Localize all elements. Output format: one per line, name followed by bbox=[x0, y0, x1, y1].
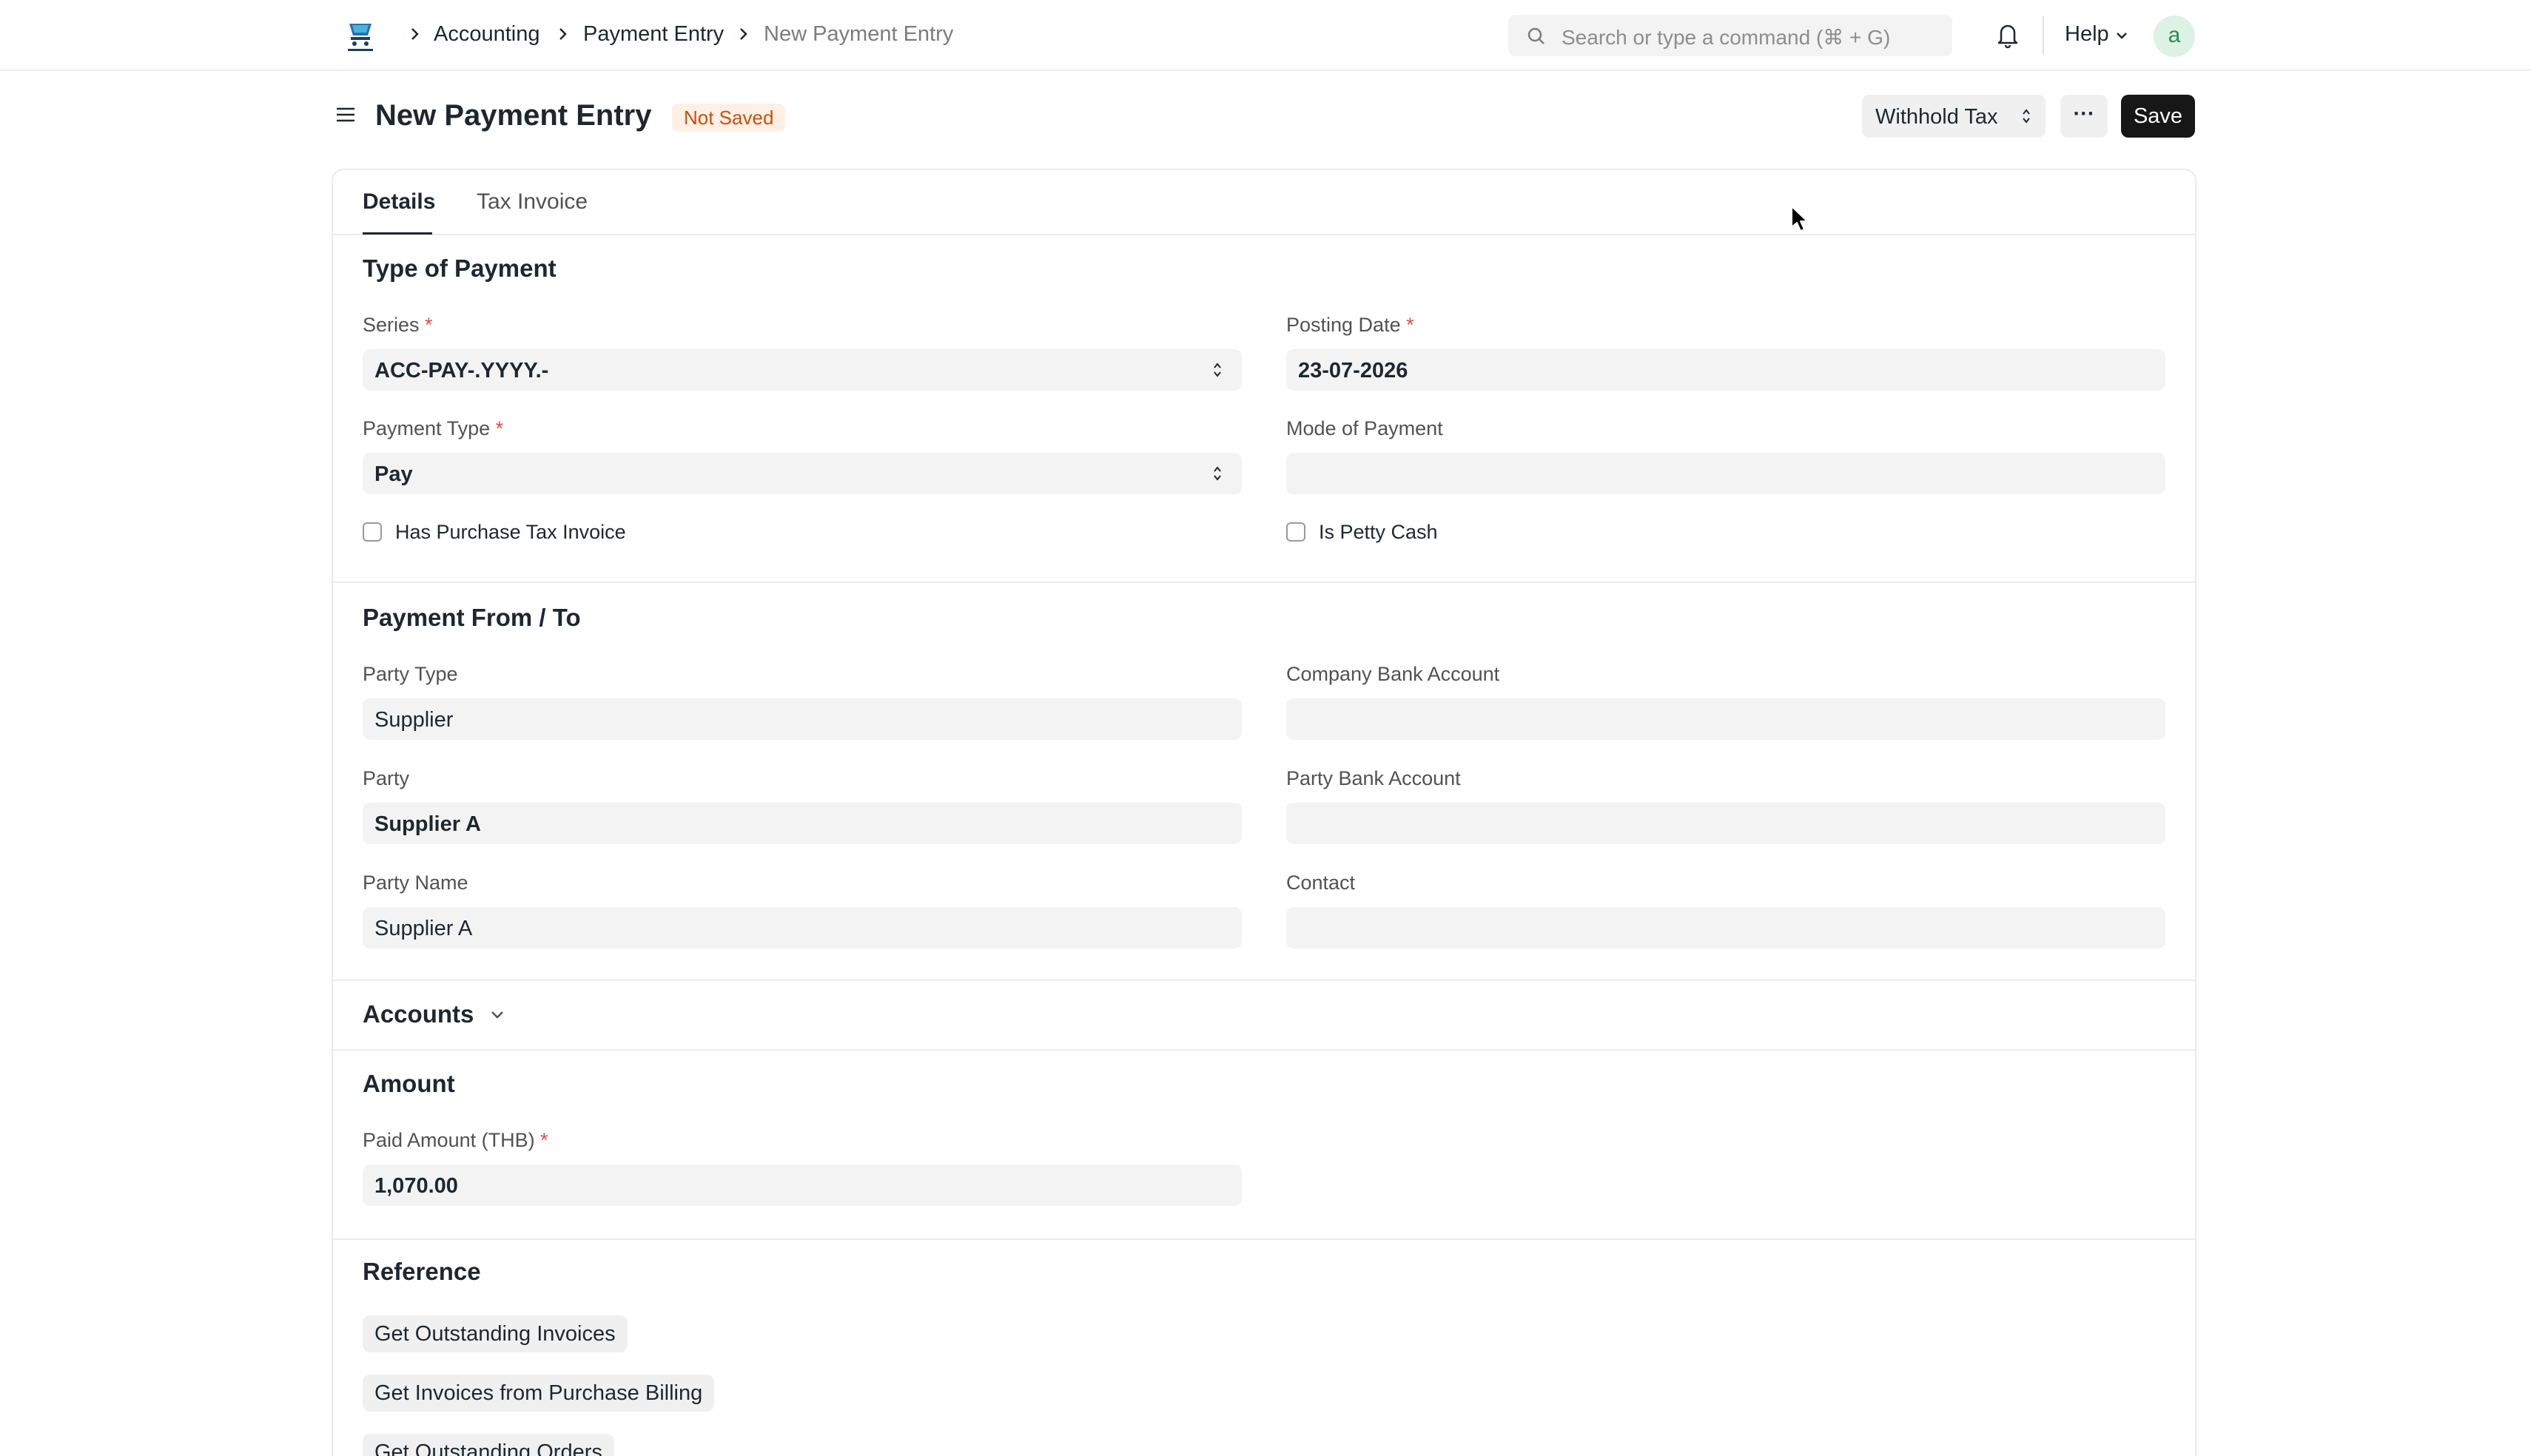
series-select[interactable]: ACC-PAY-.YYYY.- bbox=[363, 349, 1242, 391]
party-label: Party bbox=[363, 767, 410, 789]
save-button[interactable]: Save bbox=[2121, 95, 2195, 138]
sidebar-toggle-icon[interactable] bbox=[335, 104, 357, 126]
section-title-amount: Amount bbox=[363, 1070, 455, 1097]
section-title-reference: Reference bbox=[363, 1258, 481, 1285]
breadcrumb-accounting[interactable]: Accounting bbox=[434, 22, 540, 47]
has-purchase-tax-invoice-label[interactable]: Has Purchase Tax Invoice bbox=[395, 521, 626, 544]
contact-label: Contact bbox=[1286, 872, 1356, 894]
withhold-tax-label: Withhold Tax bbox=[1875, 105, 1998, 129]
series-label: Series * bbox=[363, 314, 433, 336]
party-name-value: Supplier A bbox=[374, 917, 473, 940]
mode-of-payment-label: Mode of Payment bbox=[1286, 417, 1443, 439]
party-name-field[interactable]: Supplier A bbox=[363, 907, 1242, 948]
paid-amount-field[interactable]: 1,070.00 bbox=[363, 1165, 1242, 1206]
company-bank-account-label: Company Bank Account bbox=[1286, 663, 1500, 685]
party-name-label: Party Name bbox=[363, 872, 468, 894]
form-card: Details Tax Invoice Type of Payment Seri… bbox=[332, 169, 2196, 1456]
party-bank-account-label: Party Bank Account bbox=[1286, 767, 1461, 789]
paid-amount-label: Paid Amount (THB) * bbox=[363, 1129, 548, 1151]
party-bank-account-field[interactable] bbox=[1286, 803, 2165, 844]
select-arrows-icon bbox=[1214, 466, 1221, 481]
section-title-type-of-payment: Type of Payment bbox=[363, 255, 557, 282]
status-badge: Not Saved bbox=[672, 104, 786, 132]
section-divider bbox=[333, 1238, 2195, 1240]
party-type-label: Party Type bbox=[363, 663, 458, 685]
contact-field[interactable] bbox=[1286, 907, 2165, 948]
app-logo-icon[interactable] bbox=[342, 18, 379, 55]
has-purchase-tax-invoice-checkbox[interactable] bbox=[363, 522, 382, 542]
payment-type-select[interactable]: Pay bbox=[363, 453, 1242, 494]
chevron-right-icon bbox=[411, 28, 419, 40]
more-actions-button[interactable]: ··· bbox=[2060, 95, 2108, 138]
posting-date-field[interactable]: 23-07-2026 bbox=[1286, 349, 2165, 391]
posting-date-value: 23-07-2026 bbox=[1298, 359, 1408, 382]
avatar[interactable]: a bbox=[2154, 16, 2195, 57]
withhold-tax-button[interactable]: Withhold Tax bbox=[1862, 95, 2046, 138]
party-field[interactable]: Supplier A bbox=[363, 803, 1242, 844]
payment-type-value: Pay bbox=[374, 462, 413, 486]
is-petty-cash-checkbox[interactable] bbox=[1286, 522, 1305, 542]
bell-icon[interactable] bbox=[1995, 21, 2020, 49]
page-title: New Payment Entry bbox=[375, 99, 652, 132]
top-navbar: Accounting Payment Entry New Payment Ent… bbox=[0, 0, 2531, 71]
section-title-accounts[interactable]: Accounts bbox=[363, 1000, 474, 1028]
get-outstanding-invoices-button[interactable]: Get Outstanding Invoices bbox=[363, 1315, 628, 1352]
select-arrows-icon bbox=[2023, 109, 2030, 124]
select-arrows-icon bbox=[1214, 363, 1221, 377]
breadcrumb-payment-entry[interactable]: Payment Entry bbox=[583, 22, 724, 47]
mode-of-payment-field[interactable] bbox=[1286, 453, 2165, 494]
is-petty-cash-label[interactable]: Is Petty Cash bbox=[1319, 521, 1438, 544]
section-title-payment-from-to: Payment From / To bbox=[363, 604, 581, 631]
paid-amount-value: 1,070.00 bbox=[374, 1174, 458, 1198]
search-placeholder: Search or type a command (⌘ + G) bbox=[1562, 26, 1891, 49]
section-divider bbox=[333, 582, 2195, 583]
get-outstanding-orders-button[interactable]: Get Outstanding Orders bbox=[363, 1434, 614, 1456]
party-type-field[interactable]: Supplier bbox=[363, 698, 1242, 740]
mouse-cursor-icon bbox=[1791, 206, 1808, 232]
party-type-value: Supplier bbox=[374, 708, 454, 732]
tab-tax-invoice[interactable]: Tax Invoice bbox=[477, 189, 588, 215]
search-input[interactable]: Search or type a command (⌘ + G) bbox=[1508, 15, 1952, 56]
chevron-down-icon[interactable] bbox=[2115, 31, 2128, 40]
tab-bar: Details Tax Invoice bbox=[333, 170, 2195, 235]
get-invoices-from-purchase-billing-button[interactable]: Get Invoices from Purchase Billing bbox=[363, 1375, 715, 1412]
chevron-right-icon bbox=[559, 28, 567, 40]
chevron-right-icon bbox=[740, 28, 747, 40]
party-value: Supplier A bbox=[374, 812, 481, 836]
series-value: ACC-PAY-.YYYY.- bbox=[374, 359, 549, 382]
posting-date-label: Posting Date * bbox=[1286, 314, 1414, 336]
section-divider bbox=[333, 980, 2195, 981]
chevron-down-icon[interactable] bbox=[488, 1009, 506, 1021]
section-divider bbox=[333, 1049, 2195, 1051]
breadcrumb-new-payment-entry[interactable]: New Payment Entry bbox=[764, 22, 953, 47]
active-tab-indicator bbox=[363, 232, 432, 235]
help-menu[interactable]: Help bbox=[2065, 22, 2109, 47]
tab-details[interactable]: Details bbox=[363, 189, 435, 215]
search-icon bbox=[1527, 27, 1545, 44]
payment-type-label: Payment Type * bbox=[363, 417, 504, 439]
company-bank-account-field[interactable] bbox=[1286, 698, 2165, 740]
navbar-divider bbox=[2043, 16, 2044, 55]
